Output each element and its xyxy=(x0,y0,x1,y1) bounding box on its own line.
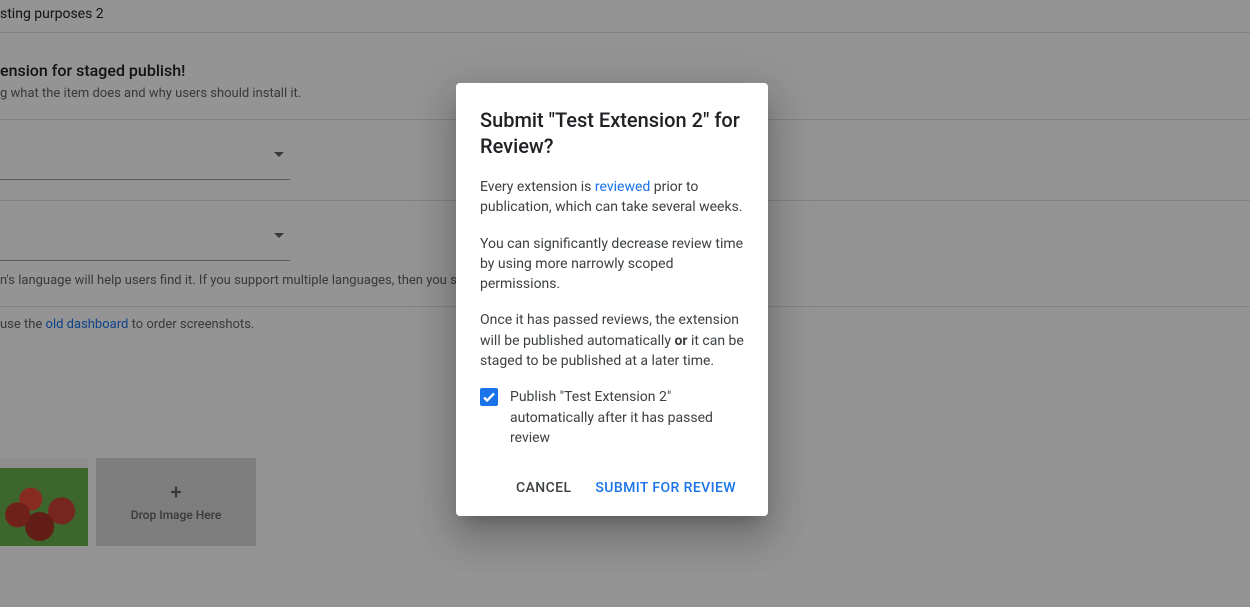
auto-publish-label: Publish "Test Extension 2" automatically… xyxy=(510,387,744,448)
cancel-button[interactable]: Cancel xyxy=(508,472,579,504)
dialog-paragraph-reviewed: Every extension is reviewed prior to pub… xyxy=(480,177,744,218)
dialog-title: Submit "Test Extension 2" for Review? xyxy=(480,107,744,159)
submit-for-review-button[interactable]: Submit for Review xyxy=(587,472,744,504)
auto-publish-checkbox[interactable] xyxy=(480,388,498,406)
submit-review-dialog: Submit "Test Extension 2" for Review? Ev… xyxy=(456,83,768,516)
dialog-paragraph-permissions: You can significantly decrease review ti… xyxy=(480,234,744,295)
check-icon xyxy=(482,390,496,404)
dialog-actions: Cancel Submit for Review xyxy=(480,472,744,504)
dialog-paragraph-publish: Once it has passed reviews, the extensio… xyxy=(480,310,744,371)
reviewed-link[interactable]: reviewed xyxy=(595,179,650,195)
